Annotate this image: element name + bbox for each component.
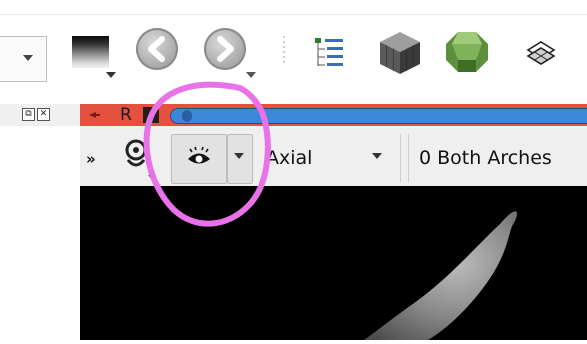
crosshair-icon[interactable] (118, 136, 158, 180)
restore-button[interactable]: ⧉ (22, 108, 35, 121)
pin-icon[interactable] (87, 108, 101, 122)
visibility-dropdown-button[interactable] (227, 134, 253, 184)
slider-handle[interactable] (182, 110, 192, 122)
chevron-down-icon (234, 153, 244, 159)
close-button[interactable]: ✕ (37, 108, 50, 121)
orientation-value: Axial (266, 147, 313, 169)
tree-list-icon[interactable] (313, 36, 347, 70)
chevron-down-icon[interactable] (106, 72, 116, 78)
slice-offset-slider[interactable] (170, 108, 587, 124)
chevron-down-icon[interactable] (372, 153, 382, 159)
layers-icon[interactable] (526, 40, 556, 68)
ct-scan-image (364, 211, 517, 340)
back-button[interactable] (136, 28, 178, 70)
forward-button[interactable] (204, 28, 246, 70)
back-arrow-icon (148, 36, 165, 62)
slice-view[interactable] (80, 186, 587, 340)
gem-icon[interactable] (444, 30, 490, 74)
chevron-down-icon[interactable] (148, 175, 156, 180)
toolbar-separator (282, 36, 286, 68)
view-window-controls: ⧉ ✕ (0, 104, 80, 126)
slice-view-label: R (120, 105, 132, 125)
eye-icon (188, 146, 210, 164)
toolbar-divider (0, 14, 587, 15)
cube-icon[interactable] (378, 30, 422, 76)
chevron-down-icon[interactable] (246, 72, 256, 78)
window-level-icon[interactable] (72, 36, 109, 68)
expand-controls-button[interactable]: » (86, 150, 96, 168)
chevron-down-icon (23, 55, 33, 61)
volume-value: 0 Both Arches (419, 147, 552, 169)
forward-arrow-icon (217, 36, 234, 62)
link-icon[interactable] (143, 107, 159, 123)
visibility-toggle-button[interactable] (171, 134, 227, 184)
